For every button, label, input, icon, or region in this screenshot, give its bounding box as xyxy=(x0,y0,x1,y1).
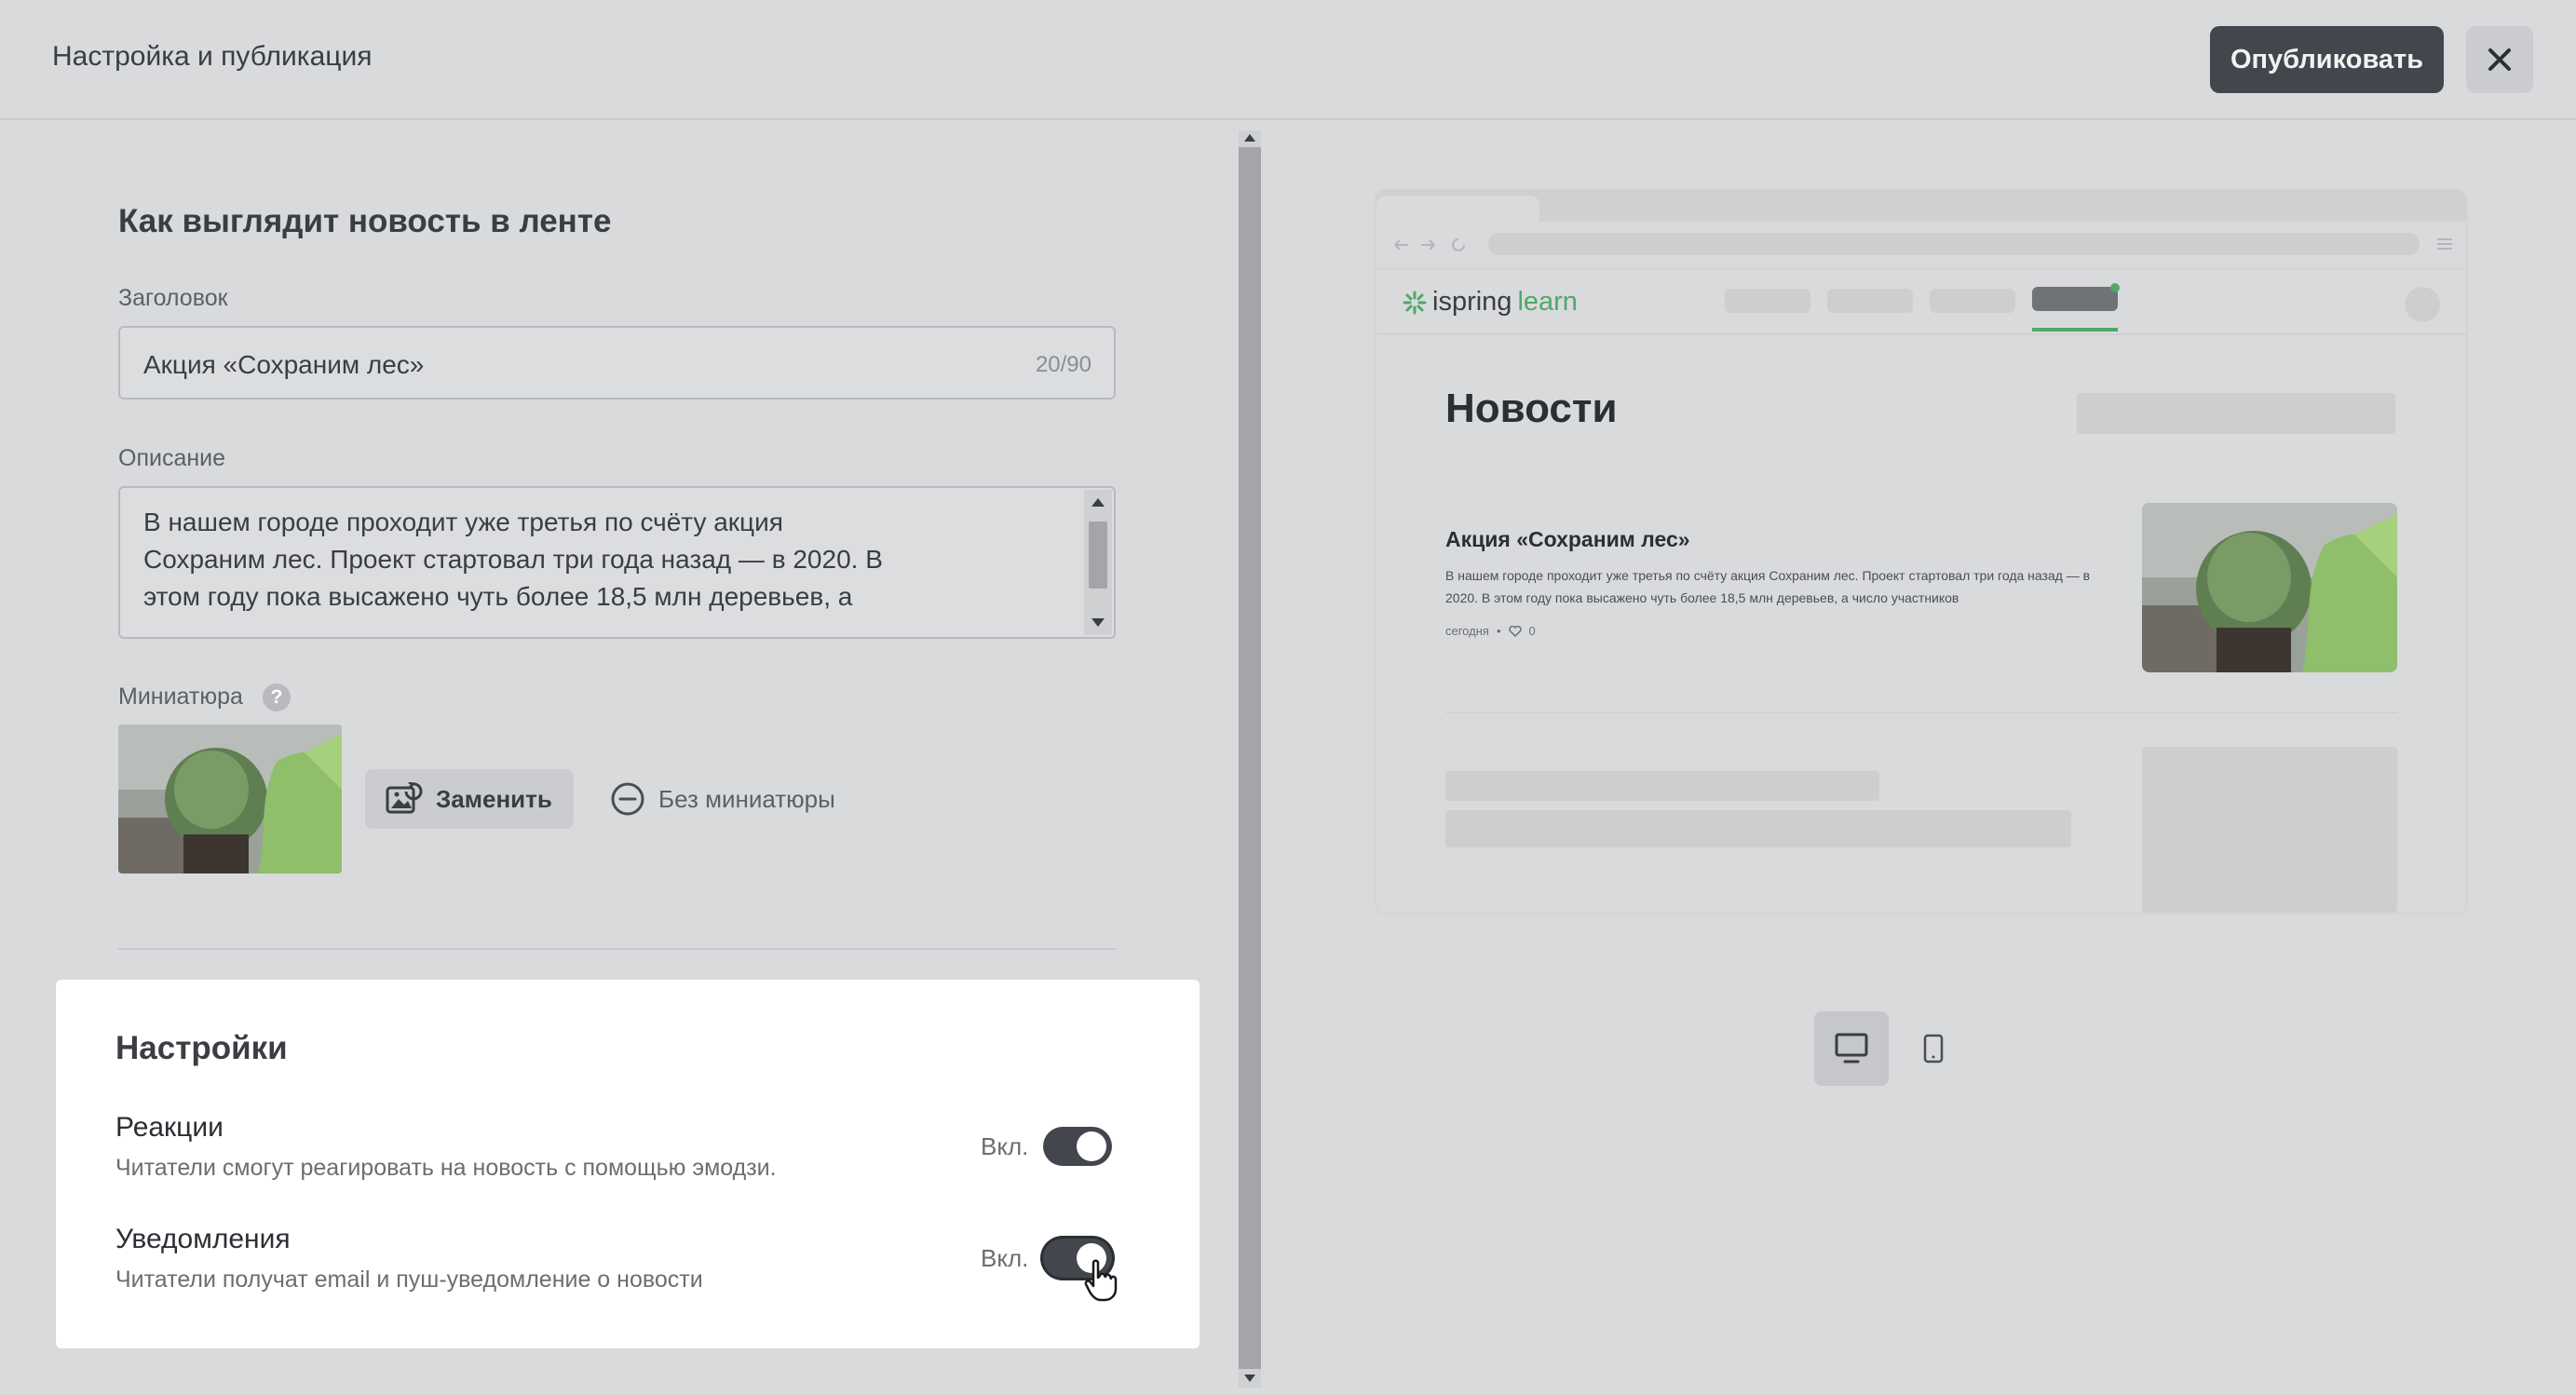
browser-tab xyxy=(1376,196,1539,222)
browser-nav-icons xyxy=(1394,238,1465,251)
nav-active-underline xyxy=(2032,328,2118,332)
heart-icon xyxy=(1508,625,1522,637)
headline-input[interactable]: Акция «Сохраним лес» 20/90 xyxy=(118,326,1116,400)
browser-address-row xyxy=(1376,222,2466,269)
scroll-up-icon[interactable] xyxy=(1244,132,1255,142)
image-replace-icon xyxy=(386,782,423,814)
feed-section-title: Как выглядит новость в ленте xyxy=(118,203,612,239)
desktop-view-button[interactable] xyxy=(1814,1011,1889,1086)
notifications-description: Читатели получат email и пуш-уведомление… xyxy=(115,1266,703,1293)
mobile-view-button[interactable] xyxy=(1896,1011,1971,1086)
description-scrollbar[interactable] xyxy=(1084,490,1112,635)
ispring-logo: ispring learn xyxy=(1403,287,1578,318)
browser-address-bar xyxy=(1488,233,2420,255)
logo-text-ispring: ispring xyxy=(1432,287,1512,317)
skeleton-line xyxy=(1445,771,1879,801)
replace-label: Заменить xyxy=(436,784,552,813)
meta-separator: • xyxy=(1496,624,1501,638)
preview-navbar: ispring learn xyxy=(1376,268,2466,335)
preview-item-date: сегодня xyxy=(1445,624,1489,638)
preview-avatar xyxy=(2405,287,2440,322)
replace-thumbnail-button[interactable]: Заменить xyxy=(365,769,574,829)
preview-item-divider xyxy=(1445,711,2397,713)
mobile-icon xyxy=(1923,1034,1944,1063)
scroll-down-icon[interactable] xyxy=(1244,1375,1255,1384)
reactions-toggle[interactable] xyxy=(1043,1127,1112,1166)
reactions-description: Читатели смогут реагировать на новость с… xyxy=(115,1155,777,1181)
logo-text-learn: learn xyxy=(1517,287,1578,317)
preview-item-description: В нашем городе проходит уже третья по сч… xyxy=(1445,568,2091,605)
desktop-icon xyxy=(1835,1033,1868,1063)
headline-counter: 20/90 xyxy=(1035,352,1091,377)
nav-placeholder-active xyxy=(2032,287,2118,311)
scroll-up-icon[interactable] xyxy=(1091,497,1105,507)
browser-menu-icon xyxy=(2437,238,2452,250)
preview-item-likes: 0 xyxy=(1528,624,1536,638)
settings-title: Настройки xyxy=(115,1030,288,1066)
description-label: Описание xyxy=(118,445,226,471)
preview-item-meta: сегодня • 0 xyxy=(1445,624,1536,638)
main-scrollbar[interactable] xyxy=(1239,130,1261,1388)
description-textarea[interactable]: В нашем городе проходит уже третья по сч… xyxy=(118,486,1116,639)
thumbnail-image xyxy=(118,725,342,874)
hand-cursor-icon xyxy=(1084,1259,1118,1302)
settings-card: Настройки Реакции Читатели смогут реагир… xyxy=(56,980,1200,1348)
close-button[interactable] xyxy=(2466,26,2533,93)
preview-item-image xyxy=(2142,503,2397,672)
preview-search-placeholder xyxy=(2077,393,2395,434)
notifications-state-label: Вкл. xyxy=(981,1244,1029,1272)
thumbnail-label: Миниатюра xyxy=(118,684,243,710)
preview-item-title: Акция «Сохраним лес» xyxy=(1445,527,1690,551)
no-thumbnail-label: Без миниатюры xyxy=(658,784,835,813)
reactions-title: Реакции xyxy=(115,1112,224,1143)
close-icon xyxy=(2488,48,2511,71)
section-divider xyxy=(118,948,1116,950)
main-scroll-thumb[interactable] xyxy=(1239,147,1261,1369)
description-scroll-thumb[interactable] xyxy=(1089,521,1107,589)
nav-placeholder xyxy=(1725,289,1810,313)
description-value: В нашем городе проходит уже третья по сч… xyxy=(143,508,883,611)
help-icon[interactable]: ? xyxy=(263,684,291,711)
headline-value: Акция «Сохраним лес» xyxy=(143,350,425,379)
nav-active-dot xyxy=(2110,283,2120,292)
browser-tabs-bar xyxy=(1376,190,2466,222)
headline-label: Заголовок xyxy=(118,285,228,311)
preview-page-title: Новости xyxy=(1445,386,1618,431)
notifications-title: Уведомления xyxy=(115,1224,291,1254)
nav-placeholder xyxy=(1827,289,1913,313)
feed-preview: ispring learn Новости Акция «Сохраним ле… xyxy=(1376,190,2466,913)
minus-circle-icon xyxy=(611,782,644,816)
skeleton-image xyxy=(2142,747,2397,913)
scroll-down-icon[interactable] xyxy=(1091,618,1105,628)
skeleton-line xyxy=(1445,810,2071,847)
publish-button[interactable]: Опубликовать xyxy=(2210,26,2444,93)
ispring-logo-icon xyxy=(1403,291,1427,314)
header: Настройка и публикация Опубликовать xyxy=(0,0,2576,120)
no-thumbnail-button[interactable]: Без миниатюры xyxy=(610,769,835,829)
page-title: Настройка и публикация xyxy=(52,41,373,72)
nav-placeholder xyxy=(1930,289,2015,313)
reactions-state-label: Вкл. xyxy=(981,1132,1029,1160)
